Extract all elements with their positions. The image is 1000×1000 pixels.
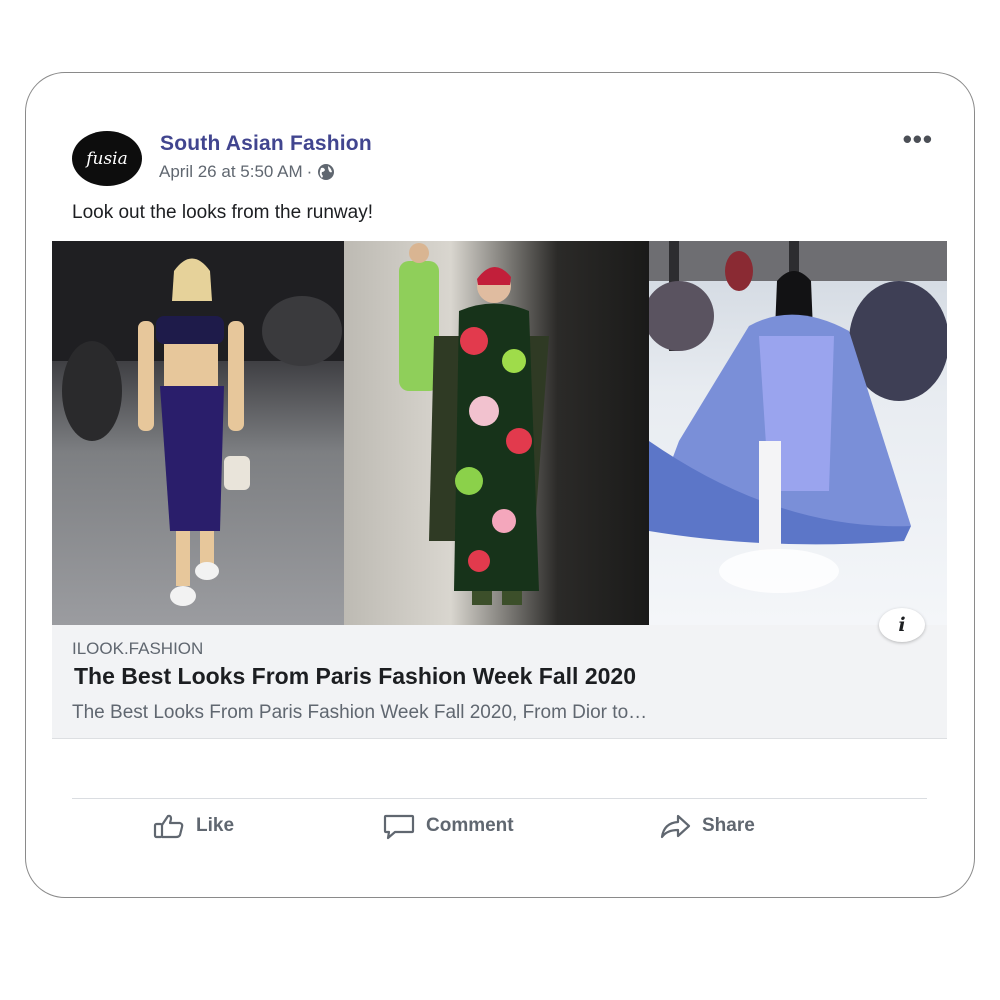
link-description: The Best Looks From Paris Fashion Week F… <box>72 702 648 723</box>
like-button[interactable]: Like <box>152 812 234 840</box>
meta-separator: · <box>306 162 313 181</box>
runway-photo-1 <box>52 241 344 625</box>
more-options-icon[interactable]: ••• <box>903 126 933 152</box>
share-label: Share <box>702 815 755 836</box>
link-image[interactable] <box>52 241 947 625</box>
info-icon[interactable]: i <box>879 608 925 642</box>
page-name-link[interactable]: South Asian Fashion <box>160 132 372 156</box>
runway-photo-2 <box>344 241 649 625</box>
post-meta: April 26 at 5:50 AM · <box>159 162 336 182</box>
post-timestamp[interactable]: April 26 at 5:50 AM <box>159 162 303 182</box>
facebook-post: fusia South Asian Fashion April 26 at 5:… <box>52 112 947 860</box>
action-divider <box>72 798 927 799</box>
globe-icon[interactable] <box>316 162 336 182</box>
thumbs-up-icon <box>153 814 184 839</box>
link-title[interactable]: The Best Looks From Paris Fashion Week F… <box>74 663 636 690</box>
share-arrow-icon <box>660 814 691 839</box>
link-domain: ILOOK.FASHION <box>72 639 204 658</box>
runway-photo-3 <box>649 241 947 625</box>
comment-bubble-icon <box>383 814 415 840</box>
avatar-logo-text: fusia <box>86 148 128 169</box>
post-caption: Look out the looks from the runway! <box>72 202 373 223</box>
comment-button[interactable]: Comment <box>382 812 514 840</box>
page-avatar[interactable]: fusia <box>72 131 142 186</box>
action-bar: Like Comment Share <box>52 812 947 844</box>
share-button[interactable]: Share <box>658 812 755 840</box>
link-preview[interactable]: i ILOOK.FASHION The Best Looks From Pari… <box>52 608 947 739</box>
like-label: Like <box>196 815 235 836</box>
comment-label: Comment <box>426 815 514 836</box>
